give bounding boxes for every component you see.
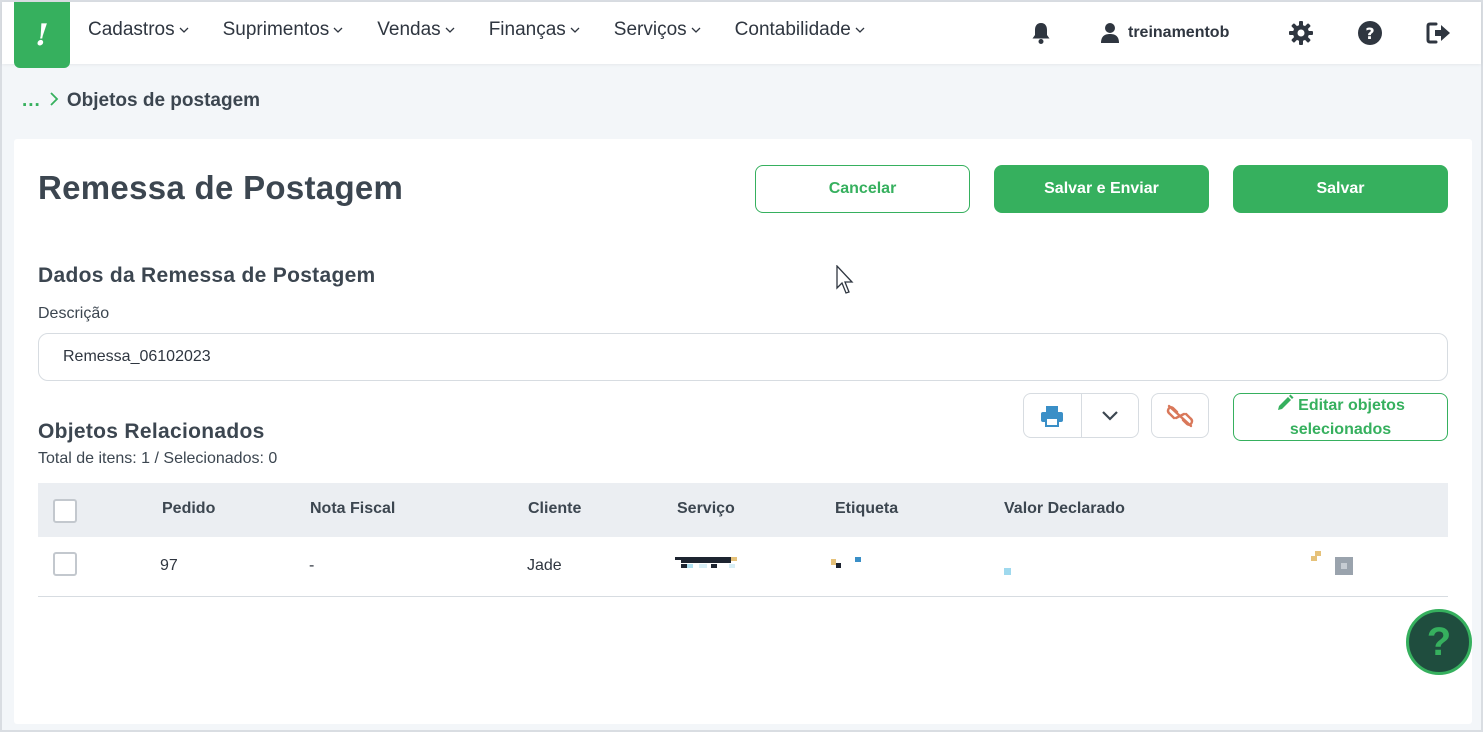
col-valor-declarado[interactable]: Valor Declarado bbox=[1004, 500, 1125, 518]
etiqueta-redacted bbox=[831, 557, 865, 576]
bell-icon[interactable] bbox=[1030, 16, 1052, 50]
servico-redacted bbox=[675, 557, 737, 576]
gear-icon[interactable] bbox=[1288, 16, 1314, 50]
col-servico[interactable]: Serviço bbox=[677, 500, 735, 518]
edit-button-label: Editar objetos selecionados bbox=[1289, 396, 1405, 438]
breadcrumb: ... Objetos de postagem bbox=[22, 90, 260, 112]
cell-pedido: 97 bbox=[160, 557, 178, 574]
print-button-group bbox=[1023, 393, 1139, 438]
description-label: Descrição bbox=[38, 305, 110, 322]
edit-selected-objects-button[interactable]: Editar objetos selecionados bbox=[1233, 393, 1448, 441]
username: treinamentob bbox=[1128, 24, 1230, 41]
valor-redacted bbox=[1004, 563, 1012, 581]
select-all-checkbox[interactable] bbox=[53, 499, 77, 523]
table-row[interactable]: 97 - Jade bbox=[38, 537, 1448, 597]
pencil-icon bbox=[1276, 394, 1294, 419]
chevron-down-icon bbox=[1101, 410, 1118, 421]
user-menu[interactable]: treinamentob bbox=[1100, 16, 1229, 50]
section-title-objetos: Objetos Relacionados bbox=[38, 420, 265, 443]
print-options-dropdown[interactable] bbox=[1080, 394, 1139, 437]
save-and-send-button[interactable]: Salvar e Enviar bbox=[994, 165, 1209, 213]
chevron-right-icon bbox=[49, 90, 59, 112]
col-etiqueta[interactable]: Etiqueta bbox=[835, 500, 898, 518]
table-header: Pedido Nota Fiscal Cliente Serviço Etiqu… bbox=[38, 483, 1448, 537]
cell-nota-fiscal: - bbox=[309, 557, 315, 574]
col-pedido[interactable]: Pedido bbox=[162, 500, 215, 518]
printer-icon bbox=[1041, 405, 1064, 427]
row-checkbox[interactable] bbox=[53, 552, 77, 576]
top-navbar: ! Cadastros Suprimentos Vendas Finanças … bbox=[2, 2, 1481, 68]
form-card: Remessa de Postagem Cancelar Salvar e En… bbox=[14, 139, 1472, 724]
cell-cliente: Jade bbox=[527, 557, 562, 574]
print-button[interactable] bbox=[1024, 394, 1081, 437]
section-title-remessa: Dados da Remessa de Postagem bbox=[38, 264, 376, 287]
breadcrumb-current: Objetos de postagem bbox=[66, 90, 261, 111]
unlink-button[interactable] bbox=[1151, 393, 1209, 438]
user-icon bbox=[1101, 23, 1119, 43]
col-nota-fiscal[interactable]: Nota Fiscal bbox=[310, 500, 395, 518]
breadcrumb-ellipsis[interactable]: ... bbox=[22, 90, 41, 112]
svg-text:?: ? bbox=[1365, 24, 1374, 43]
logout-icon[interactable] bbox=[1426, 16, 1452, 50]
navbar-actions: treinamentob ? bbox=[2, 16, 1481, 50]
row-actions-redacted[interactable] bbox=[1311, 551, 1357, 580]
help-glyph: ? bbox=[1426, 619, 1452, 664]
cancel-button[interactable]: Cancelar bbox=[755, 165, 970, 213]
save-button[interactable]: Salvar bbox=[1233, 165, 1448, 213]
description-input[interactable] bbox=[38, 333, 1448, 381]
floating-help-button[interactable]: ? bbox=[1406, 609, 1472, 675]
mouse-cursor-icon bbox=[836, 264, 856, 300]
help-icon[interactable]: ? bbox=[1357, 16, 1383, 50]
page-title: Remessa de Postagem bbox=[38, 169, 404, 206]
col-cliente[interactable]: Cliente bbox=[528, 500, 581, 518]
unlink-icon bbox=[1166, 404, 1194, 427]
items-total: Total de itens: 1 / Selecionados: 0 bbox=[38, 450, 278, 467]
